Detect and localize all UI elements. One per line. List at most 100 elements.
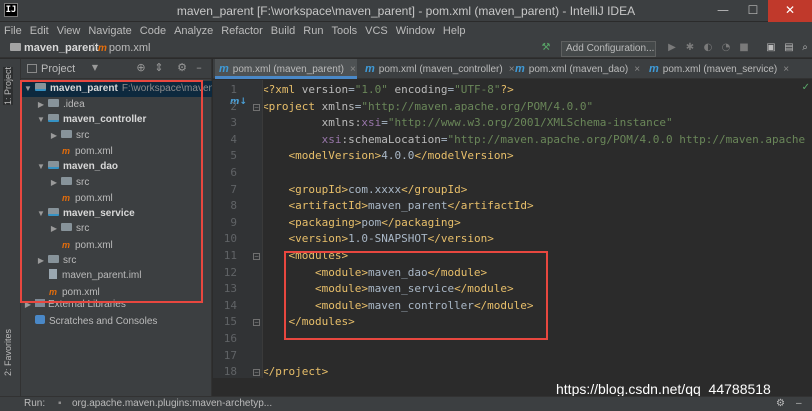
code-token: "UTF-8"	[454, 83, 501, 96]
run-tab[interactable]: org.apache.maven.plugins:maven-archetyp.…	[72, 397, 272, 411]
editor-tab[interactable]: m pom.xml (maven_service) ×	[645, 59, 805, 79]
sdk-icon[interactable]: ▤	[783, 42, 795, 54]
chevron-down-icon[interactable]: ▼	[89, 62, 101, 74]
fold-toggle-icon[interactable]: −	[253, 319, 260, 327]
gear-icon[interactable]: ⚙	[176, 62, 188, 74]
breadcrumb-file[interactable]: m pom.xml	[98, 42, 150, 54]
tree-item[interactable]: m pom.xml	[21, 284, 212, 300]
menu-run[interactable]: Run	[303, 25, 323, 37]
menu-tools[interactable]: Tools	[331, 25, 357, 37]
stop-icon[interactable]: ■	[738, 42, 750, 54]
code-token: </groupId>	[401, 182, 468, 196]
build-hammer-icon[interactable]: ⚒	[540, 42, 552, 54]
collapse-all-icon[interactable]: ⇕	[153, 62, 165, 74]
tree-item[interactable]: ▶ src	[21, 221, 212, 237]
code-token: =	[381, 116, 388, 130]
hide-panel-icon[interactable]: –	[193, 62, 205, 74]
menu-help[interactable]: Help	[443, 25, 466, 37]
collapse-arrow-icon[interactable]: ▶	[49, 128, 59, 144]
code-token: </project>	[264, 365, 329, 378]
menu-build[interactable]: Build	[271, 25, 295, 37]
close-tab-icon[interactable]: ×	[350, 64, 356, 75]
code-editor[interactable]: <?xml version="1.0" encoding="UTF-8"?> <p…	[264, 80, 812, 378]
menu-edit[interactable]: Edit	[30, 25, 49, 37]
line-number: 2	[230, 99, 237, 113]
expand-arrow-icon[interactable]: ▼	[23, 81, 33, 97]
editor-tab[interactable]: m pom.xml (maven_dao) ×	[511, 59, 641, 79]
code-line: <module>maven_controller</module>	[264, 298, 534, 314]
tree-item[interactable]: ▼ maven_parent F:\workspace\maven_	[21, 81, 212, 97]
code-token: </module>	[454, 282, 514, 296]
add-configuration-button[interactable]: Add Configuration...	[561, 41, 656, 57]
menu-window[interactable]: Window	[396, 25, 435, 37]
maximize-button[interactable]: ☐	[738, 0, 768, 22]
tab-favorites-toolwindow[interactable]: 2: Favorites	[3, 329, 13, 376]
collapse-arrow-icon[interactable]: ▶	[49, 175, 59, 191]
line-number: 14	[223, 298, 237, 312]
expand-arrow-icon[interactable]: ▼	[36, 206, 46, 222]
tree-item[interactable]: ▼ maven_controller	[21, 112, 212, 128]
fold-toggle-icon[interactable]: −	[253, 253, 260, 260]
title-bar: IJ maven_parent [F:\workspace\maven_pare…	[0, 0, 812, 22]
tree-item[interactable]: ▶ src	[21, 253, 212, 269]
tree-item[interactable]: ▶ .idea	[21, 97, 212, 113]
code-token: <project	[264, 99, 322, 113]
tree-item[interactable]: maven_parent.iml	[21, 268, 212, 284]
expand-arrow-icon[interactable]: ▼	[36, 159, 46, 175]
code-token: </version>	[427, 232, 494, 246]
run-icon[interactable]: ▶	[666, 42, 678, 54]
folder-icon	[48, 254, 59, 263]
tree-item[interactable]: ▼ maven_service	[21, 206, 212, 222]
minimize-button[interactable]: —	[708, 0, 738, 22]
fold-toggle-icon[interactable]: −	[253, 103, 260, 111]
locate-file-icon[interactable]: ⊕	[135, 62, 147, 74]
project-structure-icon[interactable]: ▣	[765, 42, 777, 54]
navigation-bar: maven_parent / m pom.xml ⚒ Add Configurat…	[0, 40, 812, 58]
editor-tab[interactable]: m pom.xml (maven_controller) ×	[361, 59, 515, 79]
tree-item[interactable]: m pom.xml	[21, 190, 212, 206]
editor-tab-label: pom.xml (maven_dao)	[528, 64, 629, 75]
tab-project-toolwindow[interactable]: 1: Project	[3, 67, 13, 106]
scratches-item[interactable]: Scratches and Consoles	[33, 315, 157, 327]
close-window-button[interactable]: ✕	[768, 0, 812, 22]
fold-toggle-icon[interactable]: −	[253, 369, 260, 377]
tree-item-path: F:\workspace\maven_	[121, 83, 212, 94]
close-tab-icon[interactable]: ×	[783, 64, 789, 75]
code-token: 1.0-SNAPSHOT	[348, 232, 428, 246]
project-view-selector[interactable]: Project	[41, 63, 75, 75]
close-tab-icon[interactable]: ×	[634, 64, 640, 75]
tree-item-label: maven_dao	[63, 161, 119, 172]
code-token: <module>	[314, 282, 368, 296]
tree-item[interactable]: m pom.xml	[21, 143, 212, 159]
menu-view[interactable]: View	[57, 25, 81, 37]
debug-icon[interactable]: ✱	[684, 42, 696, 54]
coverage-icon[interactable]: ◐	[702, 42, 714, 54]
line-number: 12	[223, 265, 237, 279]
tree-item[interactable]: m pom.xml	[21, 237, 212, 253]
menu-code[interactable]: Code	[140, 25, 166, 37]
menu-vcs[interactable]: VCS	[365, 25, 388, 37]
gear-icon[interactable]: ⚙	[776, 397, 785, 411]
collapse-arrow-icon[interactable]: ▶	[36, 97, 46, 113]
collapse-arrow-icon[interactable]: ▶	[36, 253, 46, 269]
tree-item[interactable]: ▶ src	[21, 128, 212, 144]
tree-item-label: pom.xml	[62, 286, 100, 298]
collapse-arrow-icon[interactable]: ▶	[49, 221, 59, 237]
editor-tab[interactable]: m pom.xml (maven_parent) ×	[215, 59, 357, 79]
hide-panel-icon[interactable]: –	[796, 397, 802, 411]
menu-navigate[interactable]: Navigate	[88, 25, 131, 37]
profile-icon[interactable]: ◔	[720, 42, 732, 54]
tree-item[interactable]: ▶ src	[21, 175, 212, 191]
module-folder-icon	[48, 161, 59, 169]
code-token: xsi	[321, 132, 342, 146]
expand-arrow-icon[interactable]: ▼	[36, 112, 46, 128]
menu-analyze[interactable]: Analyze	[174, 25, 213, 37]
menu-file[interactable]: File	[4, 25, 22, 37]
menu-refactor[interactable]: Refactor	[221, 25, 263, 37]
tree-item[interactable]: ▼ maven_dao	[21, 159, 212, 175]
external-libraries-item[interactable]: ▶ External Libraries	[23, 299, 126, 310]
breadcrumb-project[interactable]: maven_parent	[10, 42, 99, 54]
search-icon[interactable]: ⌕	[799, 42, 811, 54]
